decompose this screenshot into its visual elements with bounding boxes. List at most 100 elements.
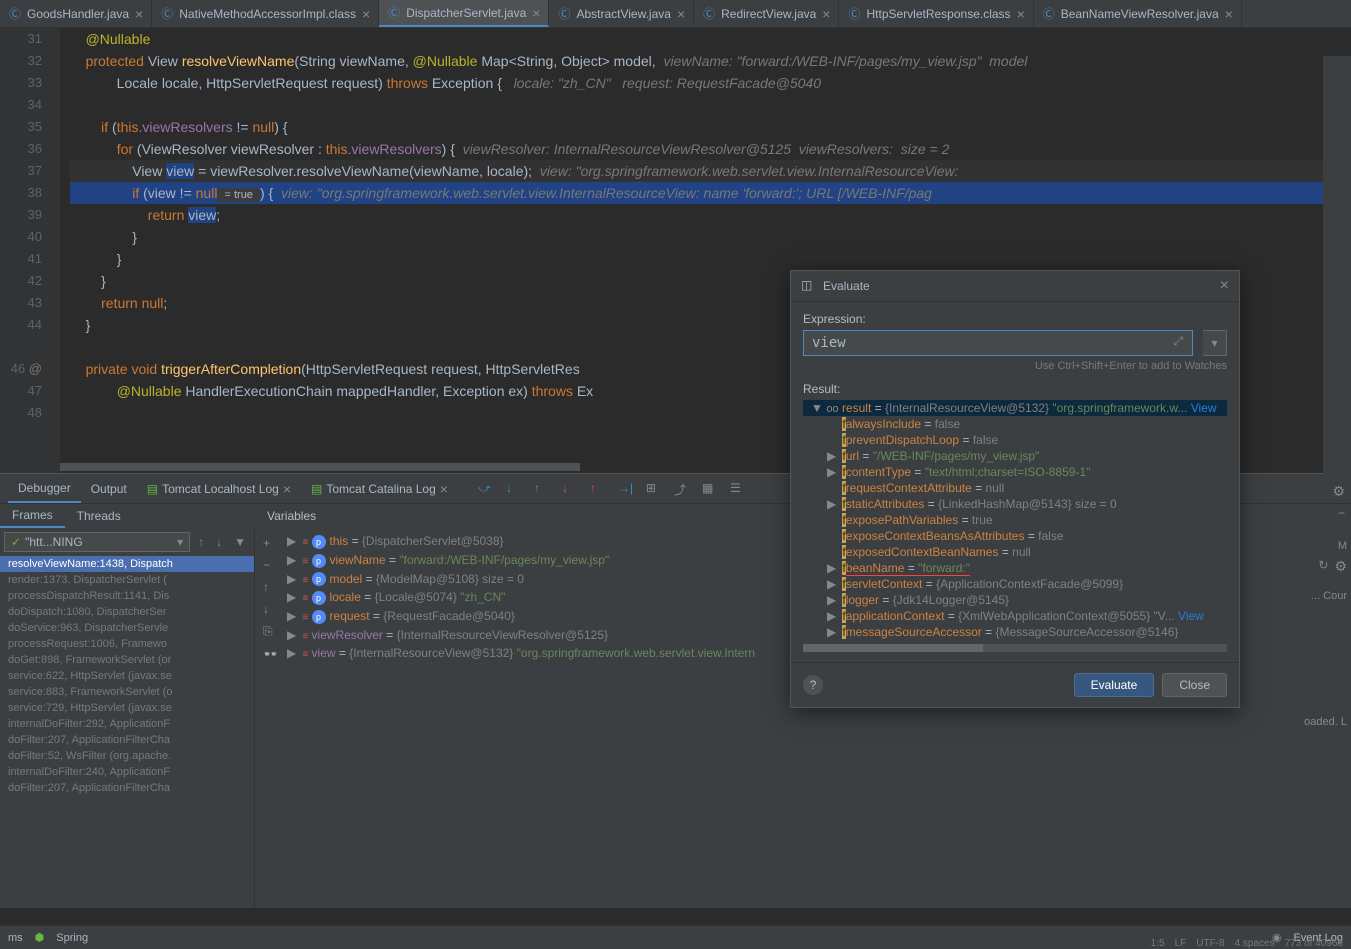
frame-item[interactable]: doFilter:207, ApplicationFilterCha	[0, 732, 254, 748]
tab-beannameviewresolver[interactable]: ⒸBeanNameViewResolver.java×	[1034, 0, 1242, 27]
evaluate-icon[interactable]: ⊞	[646, 481, 662, 497]
close-icon[interactable]: ×	[677, 6, 685, 22]
expand-icon[interactable]: ⤢	[1173, 334, 1183, 360]
close-icon[interactable]: ×	[532, 5, 540, 21]
line-number: 39	[0, 204, 42, 226]
tree-row[interactable]: falwaysInclude = false	[803, 416, 1227, 432]
remove-watch-icon[interactable]: −	[259, 554, 283, 576]
close-icon[interactable]: ×	[1220, 277, 1229, 295]
tree-row[interactable]: fexposedContextBeanNames = null	[803, 544, 1227, 560]
frame-item[interactable]: doService:963, DispatcherServle	[0, 620, 254, 636]
run-to-cursor-icon[interactable]: →|	[618, 481, 634, 497]
java-icon: Ⓒ	[847, 7, 861, 21]
close-icon[interactable]: ×	[822, 6, 830, 22]
cursor-position[interactable]: 1:5	[1151, 938, 1165, 949]
status-right-extra: 1:5 LF UTF-8 4 spaces 773 of 40968	[1151, 937, 1343, 949]
tab-dispatcherservlet[interactable]: ⒸDispatcherServlet.java×	[379, 0, 549, 27]
frame-item[interactable]: doFilter:52, WsFilter (org.apache.	[0, 748, 254, 764]
tree-row[interactable]: ▶ fservletContext = {ApplicationContextF…	[803, 576, 1227, 592]
close-icon[interactable]: ×	[283, 481, 291, 497]
layout-icon[interactable]: ▦	[702, 481, 718, 497]
step-into-icon[interactable]: ↓	[506, 481, 522, 497]
step-out-icon[interactable]: ↑	[534, 481, 550, 497]
gear-icon[interactable]: ⚙	[1334, 558, 1347, 575]
tab-goodshandler[interactable]: ⒸGoodsHandler.java×	[0, 0, 152, 27]
frame-item[interactable]: service:729, HttpServlet (javax.se	[0, 700, 254, 716]
frame-item[interactable]: processRequest:1006, Framewo	[0, 636, 254, 652]
tree-row[interactable]: fexposePathVariables = true	[803, 512, 1227, 528]
tree-row[interactable]: ▼ oo result = {InternalResourceView@5132…	[803, 400, 1227, 416]
frame-item[interactable]: doGet:898, FrameworkServlet (or	[0, 652, 254, 668]
trace-icon[interactable]: ⤴	[674, 481, 690, 497]
result-tree[interactable]: ▼ oo result = {InternalResourceView@5132…	[803, 400, 1227, 640]
drop-frame-icon[interactable]: ↑	[590, 481, 606, 497]
frame-item[interactable]: doDispatch:1080, DispatcherSer	[0, 604, 254, 620]
line-number: 46 @	[0, 358, 42, 380]
close-icon[interactable]: ×	[1225, 6, 1233, 22]
add-watch-icon[interactable]: +	[259, 532, 283, 554]
thread-selector[interactable]: ✓ "htt...NING ▾	[4, 532, 190, 552]
move-up-icon[interactable]: ↑	[259, 576, 283, 598]
dialog-header[interactable]: ◫ Evaluate ×	[791, 271, 1239, 302]
horizontal-scrollbar[interactable]	[803, 644, 1227, 652]
side-label[interactable]: ... Cour	[1311, 590, 1347, 602]
tree-row[interactable]: fpreventDispatchLoop = false	[803, 432, 1227, 448]
refresh-icon[interactable]: ↻	[1318, 558, 1328, 575]
close-icon[interactable]: ×	[362, 6, 370, 22]
tree-row[interactable]: ▶ fbeanName = "forward:"	[803, 560, 1227, 576]
close-button[interactable]: Close	[1162, 673, 1227, 697]
force-step-icon[interactable]: ↓	[562, 481, 578, 497]
indent[interactable]: 4 spaces	[1235, 938, 1275, 949]
frames-list: resolveViewName:1438, Dispatchrender:137…	[0, 556, 254, 796]
frame-item[interactable]: service:622, HttpServlet (javax.se	[0, 668, 254, 684]
subtab-threads[interactable]: Threads	[65, 504, 133, 528]
tree-row[interactable]: fexposeContextBeansAsAttributes = false	[803, 528, 1227, 544]
subtab-frames[interactable]: Frames	[0, 504, 65, 528]
move-down-icon[interactable]: ↓	[259, 598, 283, 620]
tab-abstractview[interactable]: ⒸAbstractView.java×	[549, 0, 694, 27]
tree-row[interactable]: ▶ fmessageSourceAccessor = {MessageSourc…	[803, 624, 1227, 640]
tab-output[interactable]: Output	[81, 474, 137, 503]
tab-debugger[interactable]: Debugger	[8, 474, 81, 503]
layout-icon2[interactable]: ☰	[730, 481, 746, 497]
tree-row[interactable]: ▶ fcontentType = "text/html;charset=ISO-…	[803, 464, 1227, 480]
evaluate-button[interactable]: Evaluate	[1074, 673, 1155, 697]
tab-nativemethod[interactable]: ⒸNativeMethodAccessorImpl.class×	[152, 0, 379, 27]
tab-tomcat-localhost[interactable]: ▤Tomcat Localhost Log×	[137, 474, 301, 503]
tab-redirectview[interactable]: ⒸRedirectView.java×	[694, 0, 839, 27]
copy-icon[interactable]: ⎘	[259, 620, 283, 643]
status-item[interactable]: ms	[8, 932, 23, 944]
tab-httpservletresponse[interactable]: ⒸHttpServletResponse.class×	[839, 0, 1033, 27]
line-ending[interactable]: LF	[1175, 938, 1187, 949]
glasses-icon[interactable]: 👓	[259, 643, 283, 665]
expression-input[interactable]	[803, 330, 1193, 356]
next-frame-icon[interactable]: ↓	[212, 535, 226, 549]
log-icon: ▤	[311, 482, 322, 496]
dialog-title: Evaluate	[823, 279, 870, 293]
tab-tomcat-catalina[interactable]: ▤Tomcat Catalina Log×	[301, 474, 458, 503]
frame-item[interactable]: internalDoFilter:240, ApplicationF	[0, 764, 254, 780]
filter-icon[interactable]: ▼	[230, 535, 250, 549]
help-icon[interactable]: ?	[803, 675, 823, 695]
frame-item[interactable]: processDispatchResult:1141, Dis	[0, 588, 254, 604]
frame-item[interactable]: service:883, FrameworkServlet (o	[0, 684, 254, 700]
side-label[interactable]: M	[1338, 540, 1347, 552]
frame-item[interactable]: render:1373, DispatcherServlet (	[0, 572, 254, 588]
frame-item[interactable]: internalDoFilter:292, ApplicationF	[0, 716, 254, 732]
close-icon[interactable]: ×	[135, 6, 143, 22]
expression-dropdown[interactable]: ▾	[1203, 330, 1227, 356]
tree-row[interactable]: ▶ fstaticAttributes = {LinkedHashMap@514…	[803, 496, 1227, 512]
step-over-icon[interactable]: ⤻	[478, 481, 494, 497]
tree-row[interactable]: frequestContextAttribute = null	[803, 480, 1227, 496]
frame-item[interactable]: resolveViewName:1438, Dispatch	[0, 556, 254, 572]
prev-frame-icon[interactable]: ↑	[194, 535, 208, 549]
gear-icon[interactable]: ⚙	[1332, 483, 1345, 500]
encoding[interactable]: UTF-8	[1196, 938, 1224, 949]
close-icon[interactable]: ×	[440, 481, 448, 497]
tree-row[interactable]: ▶ flogger = {Jdk14Logger@5145}	[803, 592, 1227, 608]
status-spring[interactable]: Spring	[56, 932, 88, 944]
frame-item[interactable]: doFilter:207, ApplicationFilterCha	[0, 780, 254, 796]
close-icon[interactable]: ×	[1017, 6, 1025, 22]
tree-row[interactable]: ▶ fapplicationContext = {XmlWebApplicati…	[803, 608, 1227, 624]
tree-row[interactable]: ▶ furl = "/WEB-INF/pages/my_view.jsp"	[803, 448, 1227, 464]
